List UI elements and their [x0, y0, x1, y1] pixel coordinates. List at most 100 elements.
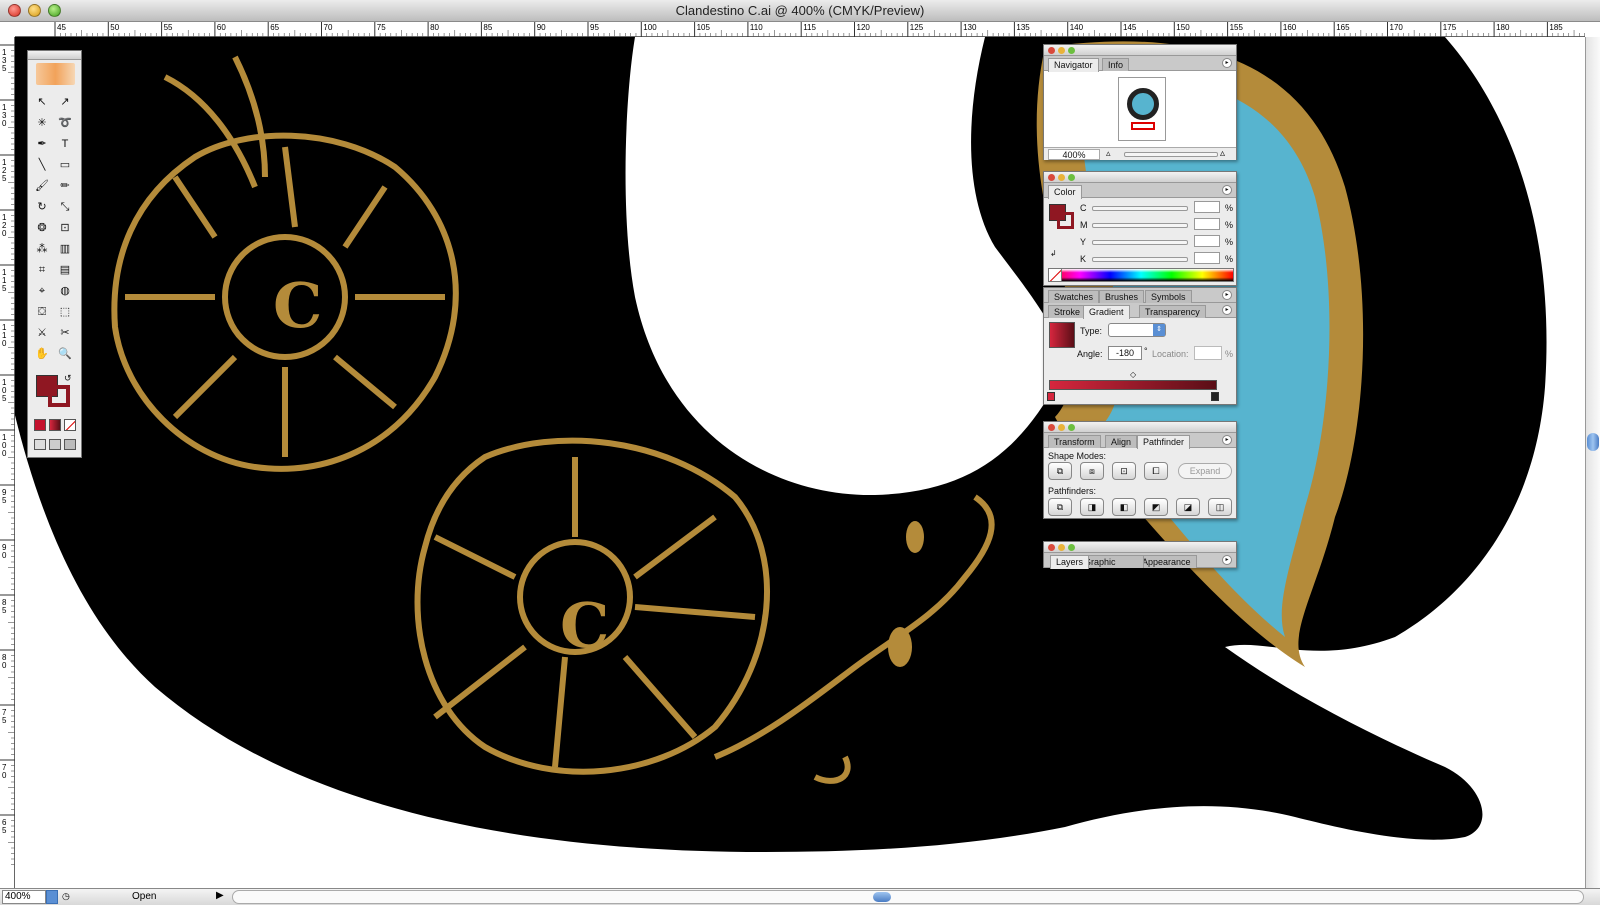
tab-gradient[interactable]: Gradient — [1083, 305, 1130, 319]
tab-graphic-styles[interactable]: Graphic Styles — [1080, 555, 1144, 568]
type-tool-icon[interactable]: T — [55, 135, 75, 154]
status-arrow-icon[interactable]: ▶ — [216, 890, 224, 901]
merge-button[interactable]: ◧ — [1112, 498, 1136, 516]
minimize-panel-button[interactable] — [1058, 47, 1065, 54]
toolbox-titlebar[interactable] — [28, 51, 81, 60]
zoom-in-icon[interactable]: ▵ — [1220, 148, 1225, 159]
pen-tool-icon[interactable]: ✒ — [32, 135, 52, 154]
tab-pathfinder[interactable]: Pathfinder — [1137, 435, 1191, 449]
type-select[interactable]: ⇕ — [1108, 323, 1166, 337]
scale-tool-icon[interactable]: ⤡ — [55, 198, 75, 217]
channel-slider[interactable] — [1092, 257, 1188, 262]
scissors-tool-icon[interactable]: ✂ — [55, 324, 75, 343]
out-of-gamut-icon[interactable]: ↲ — [1050, 249, 1057, 258]
warp-tool-icon[interactable]: ❂ — [32, 219, 52, 238]
close-panel-button[interactable] — [1048, 424, 1055, 431]
swap-fill-stroke-icon[interactable]: ↺ — [64, 373, 72, 384]
tab-brushes[interactable]: Brushes — [1099, 290, 1145, 303]
paintbrush-tool-icon[interactable]: 🖌 — [32, 177, 52, 196]
zoom-menu-button[interactable] — [46, 890, 58, 904]
tab-align[interactable]: Align — [1105, 435, 1138, 448]
full-screen-menu-mode-button[interactable] — [49, 439, 61, 450]
vertical-scroll-thumb[interactable] — [1587, 433, 1599, 451]
expand-button[interactable]: Expand — [1178, 463, 1232, 479]
navigator-preview-thumbnail[interactable] — [1118, 77, 1166, 141]
magic-wand-tool-icon[interactable]: ✳ — [32, 114, 52, 133]
gradient-preview-swatch[interactable] — [1049, 322, 1075, 348]
gradient-stop-right[interactable] — [1211, 392, 1219, 401]
live-paint-selection-tool-icon[interactable]: ⬚ — [55, 303, 75, 322]
hand-tool-icon[interactable]: ✋ — [32, 345, 52, 364]
zoom-panel-button[interactable] — [1068, 174, 1075, 181]
add-to-shape-area-button[interactable]: ⧉ — [1048, 462, 1072, 480]
rotate-tool-icon[interactable]: ↻ — [32, 198, 52, 217]
gradient-midpoint-handle[interactable]: ◇ — [1130, 370, 1136, 379]
selection-tool-icon[interactable]: ↖ — [32, 93, 52, 112]
minimize-panel-button[interactable] — [1058, 424, 1065, 431]
channel-slider[interactable] — [1092, 223, 1188, 228]
horizontal-scroll-thumb[interactable] — [873, 892, 891, 902]
mesh-tool-icon[interactable]: ⌗ — [32, 261, 52, 280]
tab-transform[interactable]: Transform — [1048, 435, 1101, 448]
slice-tool-icon[interactable]: ⚔ — [32, 324, 52, 343]
none-mode-button[interactable] — [64, 419, 76, 431]
tab-layers[interactable]: Layers — [1050, 555, 1090, 569]
tab-symbols[interactable]: Symbols — [1145, 290, 1192, 303]
zoom-panel-button[interactable] — [1068, 47, 1075, 54]
zoom-tool-icon[interactable]: 🔍 — [55, 345, 75, 364]
title-bar[interactable]: Clandestino C.ai @ 400% (CMYK/Preview) — [0, 0, 1600, 22]
location-field[interactable] — [1194, 346, 1222, 360]
rectangle-tool-icon[interactable]: ▭ — [55, 156, 75, 175]
divide-button[interactable]: ⧉ — [1048, 498, 1072, 516]
horizontal-ruler[interactable]: 45 50 55 60 65 70 75 80 85 90 95 100 105 110 115 120 125… — [15, 22, 1585, 37]
gradient-mode-button[interactable] — [49, 419, 61, 431]
artboard-canvas[interactable]: C C — [15, 37, 1585, 888]
outline-button[interactable]: ◪ — [1176, 498, 1200, 516]
minus-back-button[interactable]: ◫ — [1208, 498, 1232, 516]
color-mode-button[interactable] — [34, 419, 46, 431]
tab-swatches[interactable]: Swatches — [1048, 290, 1100, 303]
blend-tool-icon[interactable]: ◍ — [55, 282, 75, 301]
trim-button[interactable]: ◨ — [1080, 498, 1104, 516]
close-panel-button[interactable] — [1048, 174, 1055, 181]
pencil-tool-icon[interactable]: ✏ — [55, 177, 75, 196]
eyedropper-tool-icon[interactable]: ⌖ — [32, 282, 52, 301]
gradient-stop-left[interactable] — [1047, 392, 1055, 401]
minimize-panel-button[interactable] — [1058, 544, 1065, 551]
zoom-out-icon[interactable]: ▵ — [1106, 148, 1111, 159]
zoom-panel-button[interactable] — [1068, 544, 1075, 551]
angle-field[interactable]: -180 — [1108, 346, 1142, 360]
channel-value-field[interactable] — [1194, 252, 1220, 264]
zoom-level-field[interactable]: 400% — [2, 890, 46, 904]
graph-tool-icon[interactable]: ▥ — [55, 240, 75, 259]
channel-slider[interactable] — [1092, 240, 1188, 245]
exclude-overlapping-shape-areas-button[interactable]: ⧠ — [1144, 462, 1168, 480]
direct-selection-tool-icon[interactable]: ↗ — [55, 93, 75, 112]
lasso-tool-icon[interactable]: ➰ — [55, 114, 75, 133]
symbol-sprayer-tool-icon[interactable]: ⁂ — [32, 240, 52, 259]
standard-screen-mode-button[interactable] — [34, 439, 46, 450]
tab-appearance[interactable]: Appearance — [1136, 555, 1197, 568]
crop-button[interactable]: ◩ — [1144, 498, 1168, 516]
color-stroke-swatch[interactable] — [1057, 212, 1074, 229]
status-menu-icon[interactable]: ◷ — [62, 891, 70, 902]
panel-menu-icon[interactable]: ▸ — [1222, 185, 1232, 195]
free-transform-tool-icon[interactable]: ⊡ — [55, 219, 75, 238]
tab-stroke[interactable]: Stroke — [1048, 305, 1087, 318]
intersect-shape-areas-button[interactable]: ⊡ — [1112, 462, 1136, 480]
stroke-swatch[interactable] — [48, 385, 70, 407]
navigator-zoom-field[interactable]: 400% — [1048, 149, 1100, 160]
live-paint-bucket-tool-icon[interactable]: ⛋ — [32, 303, 52, 322]
line-tool-icon[interactable]: ╲ — [32, 156, 52, 175]
full-screen-mode-button[interactable] — [64, 439, 76, 450]
gradient-ramp-bar[interactable] — [1049, 380, 1217, 390]
navigator-zoom-slider[interactable] — [1124, 152, 1218, 157]
panel-menu-icon[interactable]: ▸ — [1222, 290, 1232, 300]
vertical-ruler[interactable]: 13513012512011511010510095908580757065 — [0, 37, 15, 888]
panel-menu-icon[interactable]: ▸ — [1222, 58, 1232, 68]
panel-menu-icon[interactable]: ▸ — [1222, 305, 1232, 315]
tab-info[interactable]: Info — [1102, 58, 1130, 71]
zoom-panel-button[interactable] — [1068, 424, 1075, 431]
close-panel-button[interactable] — [1048, 544, 1055, 551]
gradient-tool-icon[interactable]: ▤ — [55, 261, 75, 280]
